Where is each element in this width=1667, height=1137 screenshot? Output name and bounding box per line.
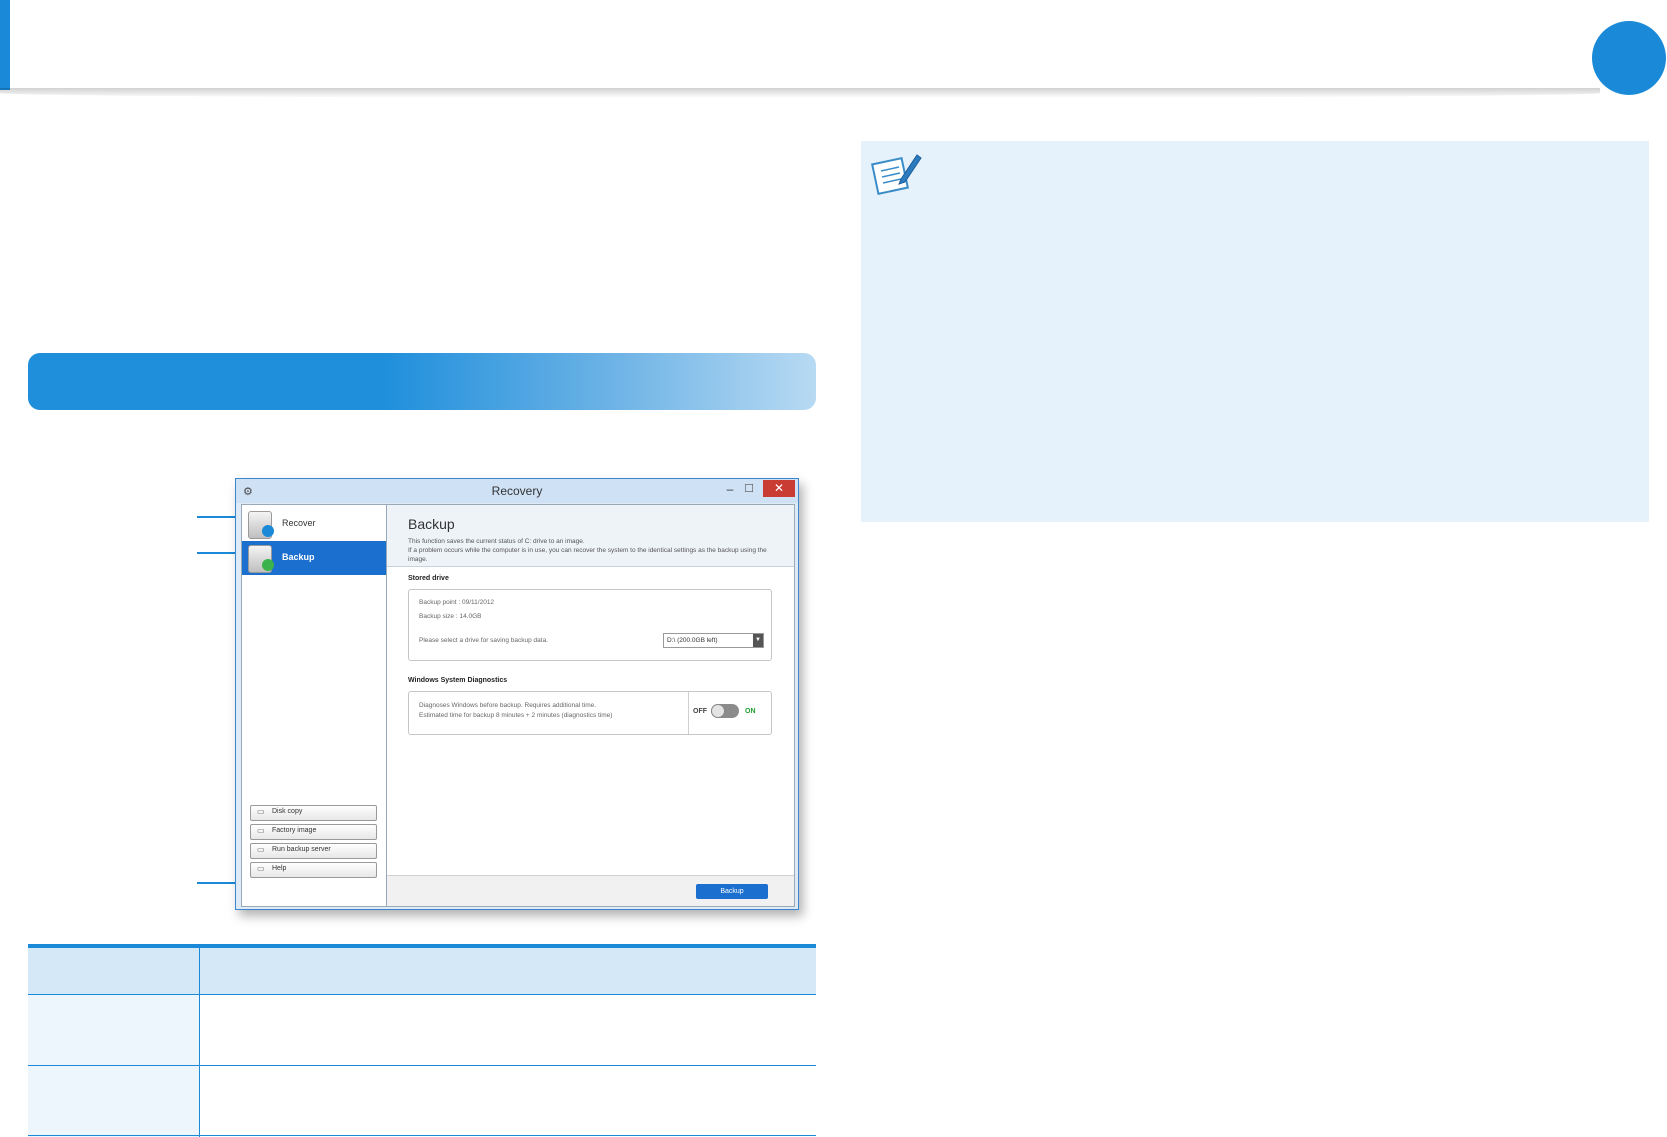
table-header-row: [28, 948, 816, 994]
note-pencil-icon: [871, 154, 922, 195]
drive-select-value: D:\ (200.0GB left): [667, 637, 718, 644]
section-heading-bar: [28, 353, 816, 410]
maximize-button[interactable]: ☐: [742, 482, 756, 495]
window-title: Recovery: [491, 484, 543, 498]
sidebar: Recover Backup ▭ Disk copy ▭ Factory ima…: [241, 504, 387, 907]
diagnostics-toggle[interactable]: [711, 704, 739, 718]
factory-image-button[interactable]: ▭ Factory image: [250, 824, 377, 840]
backup-button[interactable]: Backup: [696, 884, 768, 899]
table-row-1-label-cell: [28, 995, 199, 1065]
disk-copy-label: Disk copy: [272, 808, 303, 815]
toggle-on-label: ON: [745, 708, 756, 715]
run-backup-server-button[interactable]: ▭ Run backup server: [250, 843, 377, 859]
diagnostics-divider: [688, 692, 689, 734]
panel-description: This function saves the current status o…: [408, 537, 788, 564]
diagnostics-heading: Windows System Diagnostics: [408, 677, 508, 684]
header-divider: [0, 88, 1600, 98]
drive-select-prompt: Please select a drive for saving backup …: [419, 637, 548, 644]
chapter-badge: [1592, 21, 1666, 95]
note-panel: [861, 141, 1649, 522]
panel-footer: Backup: [387, 875, 794, 906]
toggle-knob: [711, 704, 725, 718]
backup-point: Backup point : 09/11/2012: [419, 599, 495, 606]
backup-panel: Backup This function saves the current s…: [386, 504, 795, 907]
help-label: Help: [272, 865, 287, 872]
factory-image-icon: ▭: [257, 826, 265, 835]
diagnostics-line-1: Diagnoses Windows before backup. Require…: [419, 702, 597, 709]
recovery-window: ⚙ Recovery – ☐ ✕ Recover Backup ▭ Disk c…: [235, 478, 799, 910]
recover-badge-icon: [262, 525, 274, 537]
backup-size: Backup size : 14.0GB: [419, 613, 482, 620]
stored-drive-heading: Stored drive: [408, 575, 449, 582]
sidebar-item-label: Recover: [282, 518, 316, 528]
stored-drive-box: Backup point : 09/11/2012 Backup size : …: [408, 589, 772, 661]
page-accent-bar: [0, 0, 10, 90]
minimize-button[interactable]: –: [723, 482, 737, 496]
panel-header: Backup This function saves the current s…: [387, 505, 794, 567]
table-row-divider: [28, 994, 816, 995]
chevron-down-icon: ▼: [753, 634, 763, 647]
sidebar-item-label: Backup: [282, 552, 315, 562]
factory-image-label: Factory image: [272, 827, 317, 834]
table-column-divider: [199, 948, 200, 1137]
drive-select[interactable]: D:\ (200.0GB left) ▼: [663, 633, 764, 648]
description-line-2: If a problem occurs while the computer i…: [408, 547, 767, 563]
diagnostics-line-2: Estimated time for backup 8 minutes + 2 …: [419, 712, 613, 719]
close-button[interactable]: ✕: [763, 480, 795, 497]
table-row-divider: [28, 1065, 816, 1066]
backup-arrow-icon: [262, 559, 274, 571]
sidebar-item-backup[interactable]: Backup: [242, 541, 386, 575]
disk-copy-icon: ▭: [257, 807, 265, 816]
help-icon: ▭: [257, 864, 265, 873]
table-row-2-label-cell: [28, 1066, 199, 1137]
title-bar[interactable]: ⚙ Recovery – ☐ ✕: [236, 479, 798, 503]
disk-copy-button[interactable]: ▭ Disk copy: [250, 805, 377, 821]
description-line-1: This function saves the current status o…: [408, 538, 585, 545]
backup-server-icon: ▭: [257, 845, 265, 854]
sidebar-item-recover[interactable]: Recover: [242, 507, 386, 541]
toggle-off-label: OFF: [693, 708, 707, 715]
help-button[interactable]: ▭ Help: [250, 862, 377, 878]
run-backup-server-label: Run backup server: [272, 846, 331, 853]
table-row-divider: [28, 1135, 816, 1136]
diagnostics-box: Diagnoses Windows before backup. Require…: [408, 691, 772, 735]
panel-title: Backup: [408, 516, 455, 532]
